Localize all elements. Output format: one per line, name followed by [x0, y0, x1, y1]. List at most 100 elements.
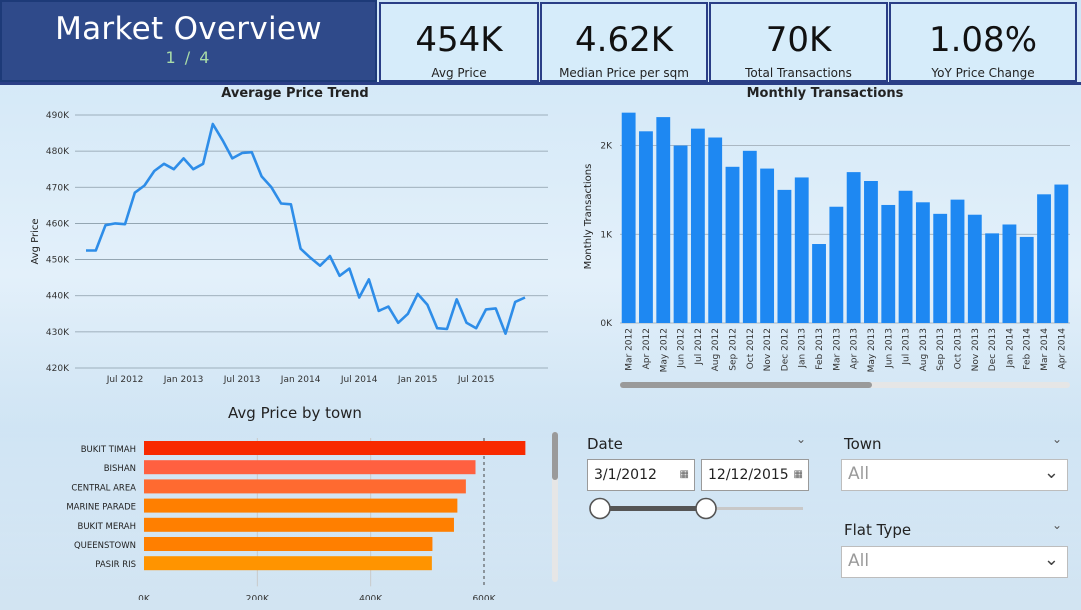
category-label: BUKIT MERAH	[78, 522, 137, 532]
kpi-value: 454K	[415, 20, 503, 60]
y-tick-label: 480K	[46, 147, 70, 157]
date-start-value: 3/1/2012	[594, 467, 657, 483]
y-tick-label: 470K	[46, 183, 70, 193]
town-chart-vertical-scrollbar[interactable]	[552, 432, 558, 582]
category-label: BUKIT TIMAH	[81, 445, 136, 455]
bar	[144, 517, 454, 532]
bar	[812, 244, 826, 323]
x-tick-label: Dec 2012	[780, 328, 790, 371]
x-tick-label: Dec 2013	[988, 328, 998, 371]
y-tick-label: 1K	[600, 230, 613, 240]
bar	[794, 177, 809, 323]
x-tick-label: Sep 2012	[729, 328, 739, 371]
category-label: BISHAN	[104, 464, 136, 474]
kpi-label: YoY Price Change	[931, 66, 1035, 80]
x-tick-label: Jul 2012	[106, 375, 144, 385]
x-tick-label: Mar 2014	[1040, 328, 1050, 371]
monthly-transactions-chart[interactable]: 0K 1K 2K Monthly Transactions Mar 2012 Apr 20…	[575, 100, 1075, 380]
town-dropdown[interactable]: All ⌄	[841, 459, 1068, 491]
x-tick-label: Aug 2013	[919, 328, 929, 371]
kpi-value: 70K	[765, 20, 832, 60]
date-range-slider[interactable]	[587, 496, 807, 522]
x-tick-label: Jan 2014	[1005, 328, 1015, 369]
x-tick-label: Oct 2012	[746, 328, 756, 369]
x-tick-label: Jul 2013	[902, 328, 912, 366]
scrollbar-thumb[interactable]	[552, 432, 558, 480]
x-tick-label: Oct 2013	[954, 328, 964, 369]
chevron-down-icon[interactable]: ⌄	[796, 432, 806, 446]
page-indicator: 1 / 4	[165, 48, 212, 67]
bar	[967, 214, 982, 323]
slider-end-handle[interactable]	[695, 497, 717, 520]
bar	[656, 117, 671, 323]
x-tick-label: Mar 2012	[625, 328, 635, 371]
x-tick-label: Jan 2015	[397, 375, 438, 385]
slider-start-handle[interactable]	[589, 497, 611, 520]
y-tick-label: 450K	[46, 256, 70, 266]
chevron-down-icon[interactable]: ⌄	[1052, 432, 1062, 446]
y-tick-label: 420K	[46, 364, 70, 374]
bar	[144, 537, 433, 551]
date-start-input[interactable]: 3/1/2012 ▦	[587, 459, 695, 491]
x-tick-label: 200K	[246, 594, 270, 600]
scrollbar-thumb[interactable]	[620, 382, 872, 388]
bar	[725, 166, 740, 323]
kpi-card-median-price-sqm: 4.62K Median Price per sqm	[540, 2, 708, 82]
x-tick-label: Nov 2012	[763, 328, 773, 371]
bar	[1019, 236, 1034, 323]
date-end-input[interactable]: 12/12/2015 ▦	[701, 459, 809, 491]
chevron-down-icon: ⌄	[1043, 462, 1059, 483]
town-chart-title: Avg Price by town	[228, 404, 362, 422]
bar	[881, 204, 896, 323]
y-tick-label: 460K	[46, 219, 70, 229]
bar	[950, 199, 965, 323]
y-tick-label: 430K	[46, 328, 70, 338]
header-divider	[0, 82, 1081, 85]
bar	[1054, 184, 1069, 323]
bar	[1037, 194, 1051, 323]
x-tick-label: Jul 2014	[340, 375, 378, 385]
flat-type-selected-value: All	[848, 551, 870, 571]
category-label: MARINE PARADE	[66, 503, 136, 513]
page-title: Market Overview	[55, 11, 322, 47]
calendar-icon[interactable]: ▦	[680, 469, 689, 480]
x-tick-label: Apr 2013	[850, 328, 860, 369]
y-axis-title: Monthly Transactions	[583, 164, 594, 270]
flat-type-dropdown[interactable]: All ⌄	[841, 546, 1068, 578]
bar	[760, 168, 775, 323]
y-tick-label: 2K	[600, 142, 613, 152]
x-tick-label: Jan 2013	[798, 328, 808, 369]
y-axis-title: Avg Price	[30, 218, 41, 264]
bar	[144, 556, 432, 571]
bar	[829, 206, 844, 323]
chevron-down-icon[interactable]: ⌄	[1052, 518, 1062, 532]
chevron-down-icon: ⌄	[1043, 549, 1059, 570]
x-tick-label: Jun 2012	[677, 328, 687, 369]
avg-price-by-town-chart[interactable]: 0K 200K 400K 600K BUKIT TIMAH BISHAN CENTRAL A…	[10, 430, 555, 600]
bar	[144, 441, 526, 455]
town-slicer-label: Town	[844, 435, 882, 453]
avg-price-trend-chart[interactable]: 420K 430K 440K 450K 460K 470K 480K 490K Avg Pric…	[20, 100, 560, 390]
line-chart-title: Average Price Trend	[221, 86, 369, 101]
x-tick-label: Sep 2013	[936, 328, 946, 371]
category-label: QUEENSTOWN	[74, 541, 136, 551]
kpi-label: Avg Price	[431, 66, 487, 80]
calendar-icon[interactable]: ▦	[794, 469, 803, 480]
x-tick-label: Jan 2013	[163, 375, 204, 385]
bar	[933, 213, 948, 323]
series-line	[86, 122, 526, 335]
bar	[144, 498, 458, 513]
y-tick-label: 440K	[46, 292, 70, 302]
slider-range-fill	[600, 506, 706, 511]
date-end-value: 12/12/2015	[708, 467, 789, 483]
kpi-label: Total Transactions	[745, 66, 852, 80]
bar-chart-horizontal-scrollbar[interactable]	[620, 382, 1070, 388]
date-slicer-label: Date	[587, 435, 623, 453]
bar	[144, 460, 476, 475]
x-tick-label: Feb 2013	[815, 328, 825, 370]
flat-type-slicer-label: Flat Type	[844, 521, 912, 539]
x-tick-label: Mar 2013	[832, 328, 842, 371]
y-tick-label: 0K	[600, 319, 613, 329]
kpi-value: 1.08%	[928, 20, 1037, 60]
x-tick-label: Jul 2015	[457, 375, 495, 385]
